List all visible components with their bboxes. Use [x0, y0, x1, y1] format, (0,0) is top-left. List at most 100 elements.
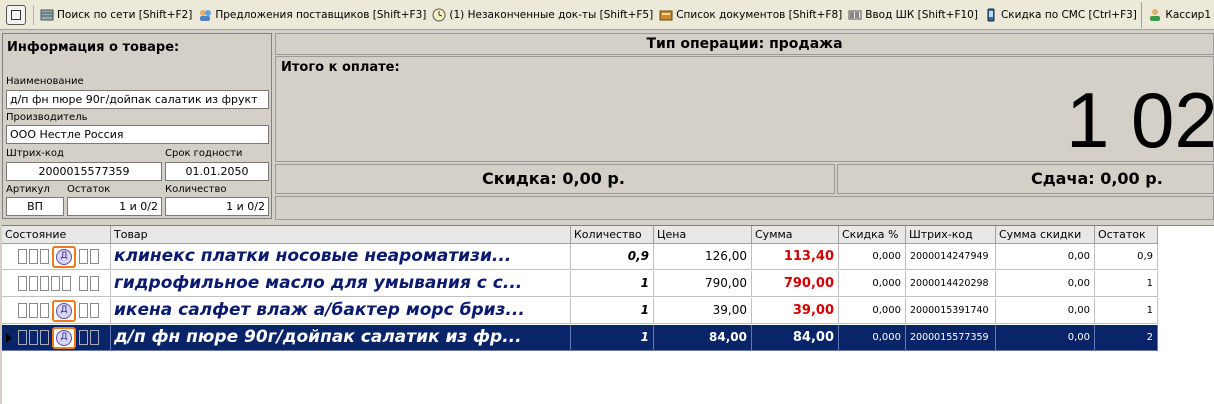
expiry-field: 01.01.2050	[165, 162, 269, 181]
header-barcode[interactable]: Штрих-код	[906, 226, 996, 244]
cashier-button[interactable]: Кассир1	[1141, 2, 1214, 28]
table-row[interactable]: Д клинекс платки носовые неароматизи... …	[2, 244, 1158, 270]
header-status[interactable]: Состояние	[2, 226, 111, 244]
article-field: ВП	[6, 197, 64, 216]
stock-cell: 2	[1095, 325, 1158, 351]
status-box	[29, 330, 38, 345]
users-icon	[200, 9, 212, 21]
supplier-offers-button[interactable]: Предложения поставщиков [Shift+F3]	[195, 3, 429, 27]
barcode-icon	[848, 10, 862, 19]
barcode-entry-button[interactable]: Ввод ШК [Shift+F10]	[845, 3, 981, 27]
window-close-button[interactable]	[6, 4, 26, 25]
network-search-button[interactable]: Поиск по сети [Shift+F2]	[37, 3, 195, 27]
barcode-cell: 2000014420298	[906, 271, 996, 297]
expiry-label: Срок годности	[165, 148, 243, 159]
barcode-cell: 2000014247949	[906, 244, 996, 270]
status-cell: Д	[2, 244, 111, 270]
status-box	[29, 276, 38, 291]
maker-field: ООО Нестле Россия	[6, 125, 269, 144]
maker-label: Производитель	[6, 112, 88, 123]
barcode-entry-label: Ввод ШК [Shift+F10]	[865, 8, 978, 21]
grid-icon	[40, 9, 54, 20]
unfinished-docs-label: (1) Незаконченные док-ты [Shift+F5]	[449, 8, 654, 21]
status-box	[18, 276, 27, 291]
sum-cell: 790,00	[752, 271, 839, 297]
stock-label: Остаток	[67, 184, 111, 195]
status-box	[40, 303, 49, 318]
change-panel: Сдача: 0,00 р.	[837, 164, 1214, 194]
discount-pct-cell: 0,000	[839, 298, 906, 324]
table-row-selected[interactable]: Д д/п фн пюре 90г/дойпак салатик из фр..…	[2, 325, 1158, 351]
product-cell: клинекс платки носовые неароматизи...	[111, 244, 571, 270]
supplier-offers-label: Предложения поставщиков [Shift+F3]	[215, 8, 427, 21]
product-info-title: Информация о товаре:	[7, 40, 180, 55]
clock-icon	[432, 8, 446, 21]
stock-cell: 1	[1095, 271, 1158, 297]
status-box	[40, 330, 49, 345]
barcode-cell: 2000015577359	[906, 325, 996, 351]
status-box	[90, 330, 99, 345]
badge-letter: Д	[56, 249, 72, 265]
folder-icon	[659, 10, 673, 20]
status-box	[79, 276, 88, 291]
qty-cell: 0,9	[571, 244, 654, 270]
items-grid[interactable]: Состояние Товар Количество Цена Сумма Ск…	[2, 225, 1214, 404]
header-stock[interactable]: Остаток	[1095, 226, 1158, 244]
product-info-panel: Информация о товаре: Наименование д/п фн…	[2, 33, 272, 219]
price-cell: 126,00	[654, 244, 752, 270]
header-discount-pct[interactable]: Скидка %	[839, 226, 906, 244]
status-box	[18, 249, 27, 264]
empty-panel	[275, 196, 1214, 220]
discount-sum-cell: 0,00	[996, 244, 1095, 270]
product-cell: д/п фн пюре 90г/дойпак салатик из фр...	[111, 325, 571, 351]
status-box	[29, 303, 38, 318]
table-row[interactable]: Д икена салфет влаж а/бактер морс бриз..…	[2, 298, 1158, 324]
price-cell: 84,00	[654, 325, 752, 351]
status-box	[40, 276, 49, 291]
header-product[interactable]: Товар	[111, 226, 571, 244]
sms-discount-label: Скидка по СМС [Ctrl+F3]	[1000, 8, 1137, 21]
total-amount: 1 026	[1066, 76, 1214, 162]
discount-badge-icon: Д	[52, 246, 76, 268]
table-row[interactable]: гидрофильное масло для умывания с с... 1…	[2, 271, 1158, 297]
discount-pct-cell: 0,000	[839, 271, 906, 297]
header-quantity[interactable]: Количество	[571, 226, 654, 244]
header-discount-sum[interactable]: Сумма скидки	[996, 226, 1095, 244]
current-row-arrow-icon	[6, 333, 12, 343]
discount-sum-cell: 0,00	[996, 325, 1095, 351]
qty-cell: 1	[571, 271, 654, 297]
discount-badge-icon: Д	[52, 300, 76, 322]
barcode-label: Штрих-код	[6, 148, 64, 159]
operation-type: Тип операции: продажа	[275, 33, 1214, 55]
stock-cell: 1	[1095, 298, 1158, 324]
status-box	[90, 276, 99, 291]
barcode-cell: 2000015391740	[906, 298, 996, 324]
unfinished-docs-button[interactable]: (1) Незаконченные док-ты [Shift+F5]	[429, 3, 656, 27]
total-label: Итого к оплате:	[281, 60, 400, 75]
total-panel: Итого к оплате: 1 026	[275, 56, 1214, 162]
status-box	[40, 249, 49, 264]
network-search-label: Поиск по сети [Shift+F2]	[57, 8, 193, 21]
cashier-label: Кассир1	[1165, 9, 1211, 21]
discount-text: Скидка: 0,00 р.	[482, 169, 625, 188]
sum-cell: 84,00	[752, 325, 839, 351]
header-sum[interactable]: Сумма	[752, 226, 839, 244]
phone-icon	[987, 8, 995, 21]
discount-pct-cell: 0,000	[839, 325, 906, 351]
status-box	[51, 276, 60, 291]
qty-cell: 1	[571, 298, 654, 324]
status-box	[90, 303, 99, 318]
documents-list-button[interactable]: Список документов [Shift+F8]	[656, 3, 845, 27]
header-price[interactable]: Цена	[654, 226, 752, 244]
status-cell: Д	[2, 325, 111, 351]
status-box	[18, 303, 27, 318]
sum-cell: 39,00	[752, 298, 839, 324]
user-icon	[1150, 9, 1161, 21]
documents-list-label: Список документов [Shift+F8]	[676, 8, 843, 21]
discount-pct-cell: 0,000	[839, 244, 906, 270]
status-box	[79, 330, 88, 345]
name-label: Наименование	[6, 76, 84, 87]
sms-discount-button[interactable]: Скидка по СМС [Ctrl+F3]	[981, 3, 1140, 27]
article-label: Артикул	[6, 184, 50, 195]
status-box	[18, 330, 27, 345]
